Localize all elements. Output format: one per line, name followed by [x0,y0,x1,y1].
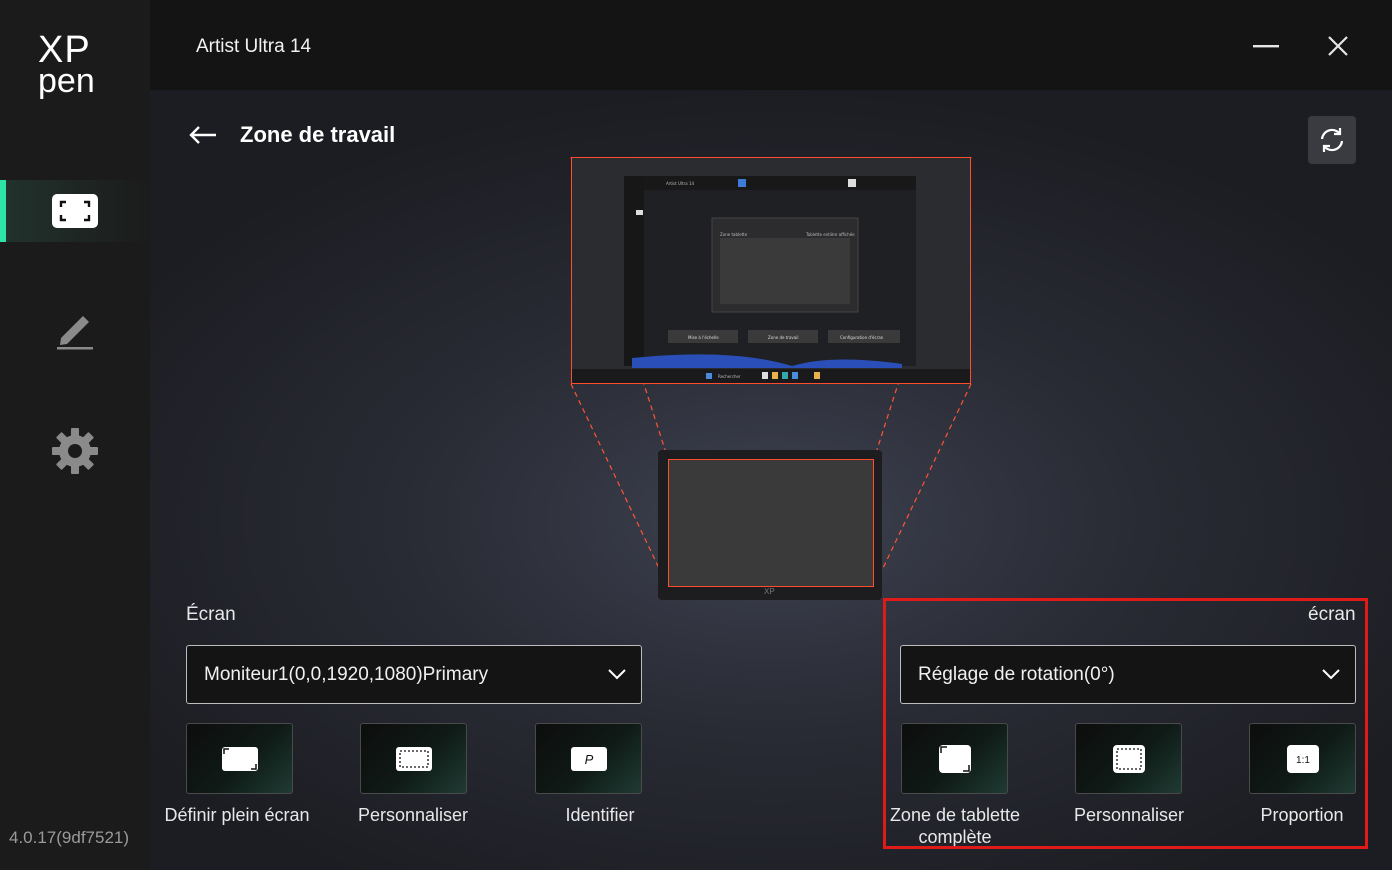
identify-glyph: P [584,752,593,767]
full-screen-button[interactable] [186,723,293,794]
identify-label: Identifier [565,805,635,825]
minimize-icon [1253,45,1279,48]
identify-icon: P [570,746,607,771]
logo-bottom: pen [38,62,95,100]
screen-section-label: Écran [186,604,236,625]
mini-left-label: Zone tablette [720,232,748,237]
full-screen-icon [221,746,258,771]
screen-custom-label: Personnaliser [357,805,469,825]
pen-icon [57,316,93,350]
tablet-active-area [668,459,874,587]
sidebar-item-pen[interactable] [0,298,150,360]
close-button[interactable] [1320,28,1356,64]
mini-button-3: Configuration d'écran [840,335,884,340]
screen-preview: Zone tablette Tablette entière affichée … [571,157,971,384]
tablet-logo: XP [764,587,775,596]
mini-right-label: Tablette entière affichée [805,232,855,237]
version-label: 4.0.17(9df7521) [9,828,130,847]
gear-icon [52,428,98,474]
chevron-down-icon [608,669,626,680]
titlebar: Artist Ultra 14 [150,0,1392,90]
custom-area-icon [395,746,432,771]
screen-thumbnail: Zone tablette Tablette entière affichée … [572,158,970,383]
full-screen-label: Définir plein écran [164,805,310,825]
sidebar-item-workarea[interactable] [0,180,150,242]
tablet-preview: XP [658,450,882,600]
highlight-box [883,598,1368,849]
monitor-select-value: Moniteur1(0,0,1920,1080)Primary [204,664,489,685]
mini-title: Artist Ultra 14 [666,181,695,186]
xppen-logo: XP pen [38,31,110,102]
sidebar: XP pen 4.0.17(9df7521) [0,0,150,870]
main-panel: Zone de travail Zone tablette Tablette e… [150,90,1392,870]
mini-button-1: Mise à l'échelle [688,335,719,340]
minimize-button[interactable] [1248,28,1284,64]
workarea-frame-icon [52,194,98,228]
identify-button[interactable]: P [535,723,642,794]
sidebar-item-settings[interactable] [0,420,150,482]
app-title: Artist Ultra 14 [196,36,312,57]
mini-button-2: Zone de travail [768,335,798,340]
mini-search: Rechercher [718,374,741,379]
screen-custom-button[interactable] [360,723,467,794]
monitor-select[interactable]: Moniteur1(0,0,1920,1080)Primary [186,645,642,704]
close-icon [1328,36,1348,56]
